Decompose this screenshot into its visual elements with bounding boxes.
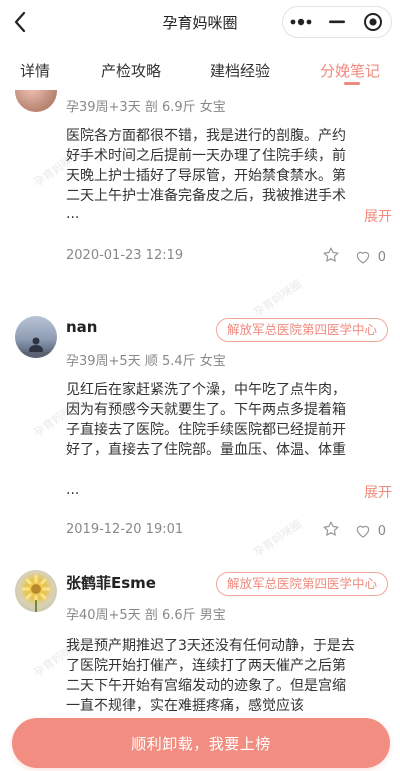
expand-link[interactable]: 展开	[364, 206, 392, 226]
tab-bar: 详情 产检攻略 建档经验 分娩笔记	[0, 52, 400, 90]
tab-details[interactable]: 详情	[20, 60, 50, 81]
tab-prenatal-guide[interactable]: 产检攻略	[101, 60, 161, 81]
post-card: 孕39周+3天 剖 6.9斤 女宝 医院各方面都很不错，我是进行的剖腹。产约好手…	[0, 90, 400, 290]
post-ellipsis: ...	[66, 206, 80, 222]
tab-delivery-notes[interactable]: 分娩笔记	[320, 60, 380, 81]
close-target-icon[interactable]	[355, 7, 391, 37]
like-count: 0	[377, 523, 386, 539]
nav-bar: 孕育妈咪圈	[0, 0, 400, 44]
post-card: nan 解放军总医院第四医学中心 孕39周+5天 顺 5.4斤 女宝 见红后在家…	[0, 316, 400, 556]
star-icon[interactable]	[322, 246, 340, 268]
tab-registration-experience[interactable]: 建档经验	[210, 60, 270, 81]
heart-icon	[356, 525, 369, 538]
hospital-tag[interactable]: 解放军总医院第四医学中心	[215, 318, 388, 342]
hospital-tag[interactable]: 解放军总医院第四医学中心	[215, 572, 388, 596]
avatar[interactable]	[15, 570, 57, 612]
minimize-icon[interactable]	[319, 7, 355, 37]
more-icon[interactable]	[283, 7, 319, 37]
star-icon[interactable]	[322, 520, 340, 542]
avatar[interactable]	[15, 316, 57, 358]
username[interactable]: nan	[66, 318, 97, 336]
like-button[interactable]: 0	[354, 522, 386, 540]
heart-icon	[356, 251, 369, 264]
post-meta: 孕39周+3天 剖 6.9斤 女宝	[66, 100, 226, 115]
like-button[interactable]: 0	[354, 248, 386, 266]
post-date: 2020-01-23 12:19	[66, 248, 184, 263]
like-count: 0	[377, 249, 386, 265]
username[interactable]: 张鹤菲Esme	[66, 572, 156, 593]
post-body: 见红后在家赶紧洗了个澡，中午吃了点牛肉，因为有预感今天就要生了。下午两点多提着箱…	[66, 382, 346, 458]
post-meta: 孕40周+5天 剖 6.6斤 男宝	[66, 608, 226, 623]
post-body: 我是预产期推迟了3天还没有任何动静，于是去了医院开始打催产，连续打了两天催产之后…	[66, 638, 355, 714]
post-feed[interactable]: 孕育妈咪圈 孕育妈咪圈 孕育妈咪圈 孕育妈咪圈 孕育妈咪圈 孕39周+3天 剖 …	[0, 90, 400, 771]
post-actions: 0	[322, 520, 386, 542]
post-body: 医院各方面都很不错，我是进行的剖腹。产约好手术时间之后提前一天办理了住院手续，前…	[66, 128, 346, 204]
post-ellipsis: ...	[66, 482, 80, 498]
active-tab-indicator	[344, 82, 360, 85]
post-date: 2019-12-20 19:01	[66, 522, 184, 537]
avatar[interactable]	[15, 90, 57, 112]
mini-program-capsule	[282, 6, 392, 38]
expand-link[interactable]: 展开	[364, 482, 392, 502]
post-actions: 0	[322, 246, 386, 268]
post-meta: 孕39周+5天 顺 5.4斤 女宝	[66, 354, 226, 369]
share-birth-button[interactable]: 顺利卸载，我要上榜	[12, 718, 390, 768]
